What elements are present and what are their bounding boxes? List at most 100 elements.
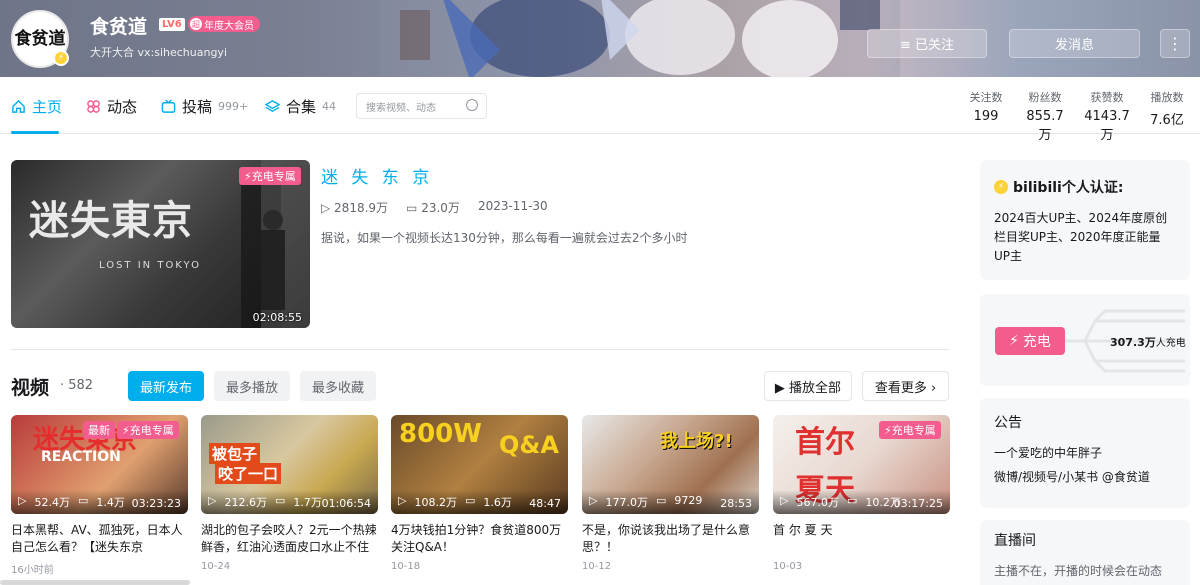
danmaku-count-value: 23.0万	[421, 201, 460, 215]
video-duration: 03:17:25	[893, 497, 943, 510]
charge-button-label: 充电	[1022, 334, 1051, 350]
play-count-value: 177.0万	[605, 496, 648, 509]
video-thumbnail[interactable]: 首尔 夏天 ⚡充电专属 ▷567.0万▭10.2万 03:17:25	[773, 415, 950, 514]
videos-section-title: 视频	[11, 377, 50, 399]
live-room-text: 主播不在，开播的时候会在动态	[994, 564, 1163, 578]
play-icon: ▷	[398, 494, 407, 507]
video-date: 10-03	[773, 561, 803, 572]
charge-badge-label: 充电专属	[891, 424, 936, 437]
danmaku-icon: ▭	[406, 201, 422, 215]
video-stats: ▷ 108.2万 ▭ 1.6万	[398, 494, 512, 510]
play-icon: ▷	[18, 494, 27, 507]
stat-followers[interactable]: 粉丝数 855.7万	[1020, 89, 1070, 143]
video-duration: 01:06:54	[321, 497, 371, 510]
charge-box: ⚡ 充电 307.3万人充电	[980, 294, 1190, 386]
charge-badge-label: 充电专属	[251, 170, 296, 183]
play-icon: ▷	[780, 494, 789, 507]
username[interactable]: 食贫道	[90, 12, 147, 39]
featured-thumb-title: 迷失東京	[29, 197, 193, 244]
sort-most-played-button[interactable]: 最多播放	[214, 371, 290, 401]
live-room-box: 直播间 主播不在，开播的时候会在动态	[980, 520, 1190, 585]
tab-home-label: 主页	[32, 98, 63, 116]
video-card[interactable]: 我上场?! ▷ 177.0万 ▭ 9729 28:53 不是，你说该我出场了是什么意思…	[582, 415, 759, 572]
charge-count: 307.3万人充电	[1110, 334, 1186, 350]
notice-line: 微博/视频号/小某书 @食贫道	[994, 470, 1150, 484]
sort-most-favorited-button[interactable]: 最多收藏	[300, 371, 376, 401]
video-title[interactable]: 不是，你说该我出场了是什么意思？！	[582, 522, 759, 556]
tv-icon	[161, 99, 176, 113]
play-count: ▷ 2818.9万	[321, 199, 388, 216]
play-count-value: 108.2万	[414, 496, 457, 509]
search-icon[interactable]	[466, 99, 478, 111]
certification-title-text: bilibili个人认证:	[1013, 180, 1124, 196]
search-input[interactable]: 搜索视频、动态	[356, 93, 487, 119]
video-duration: 48:47	[529, 497, 561, 510]
video-thumbnail[interactable]: 800W Q&A ▷ 108.2万 ▭ 1.6万 48:47	[391, 415, 568, 514]
tab-collections-count: 44	[322, 100, 337, 113]
stat-value: 7.6亿	[1150, 113, 1184, 128]
lightning-icon: ⚡	[994, 180, 1008, 194]
video-title[interactable]: 日本黑帮、AV、孤独死，日本人自己怎么看？【迷失东京Reaction】	[11, 522, 188, 556]
video-card[interactable]: 被包子 咬了一口 ▷ 212.6万 ▭ 1.7万 01:06:54 湖北的包子会咬人？…	[201, 415, 378, 572]
stat-label: 粉丝数	[1028, 91, 1062, 104]
certification-box: ⚡ bilibili个人认证: 2024百大UP主、2024年度原创栏目奖UP主…	[980, 160, 1190, 280]
video-card[interactable]: 800W Q&A ▷ 108.2万 ▭ 1.6万 48:47 4万块钱拍1分钟？食贫道…	[391, 415, 568, 572]
tab-uploads[interactable]: 投稿 999+	[161, 96, 248, 117]
featured-thumb-subtitle: LOST IN TOKYO	[99, 260, 201, 271]
more-menu-button[interactable]: ⋮	[1160, 29, 1190, 58]
charge-button[interactable]: ⚡ 充电	[995, 327, 1065, 355]
video-title[interactable]: 湖北的包子会咬人？2元一个热辣鲜香，红油沁透面皮口水止不住了	[201, 522, 378, 556]
active-tab-indicator	[11, 131, 59, 134]
thumb-caption: 800W	[399, 419, 482, 449]
banner-artwork	[380, 0, 900, 77]
video-duration: 02:08:55	[252, 311, 302, 324]
video-card[interactable]: 迷失東京 REACTION 最新 ⚡ 充电专属 ▷ 52.4万 ▭ 1.4万 03:23…	[11, 415, 188, 576]
notice-line: 一个爱吃的中年胖子	[994, 446, 1103, 460]
stat-value: 199	[973, 109, 999, 124]
video-thumbnail[interactable]: 被包子 咬了一口 ▷ 212.6万 ▭ 1.7万 01:06:54	[201, 415, 378, 514]
tab-home[interactable]: 主页	[11, 96, 62, 117]
stat-label: 关注数	[969, 91, 1003, 104]
stat-following[interactable]: 关注数 199	[963, 89, 1009, 124]
live-room-title: 直播间	[994, 533, 1036, 549]
video-thumbnail[interactable]: 迷失東京 REACTION 最新 ⚡ 充电专属 ▷ 52.4万 ▭ 1.4万 03:23…	[11, 415, 188, 514]
vip-badge: 超年度大会员	[188, 16, 260, 32]
notice-box: 公告 一个爱吃的中年胖子 微博/视频号/小某书 @食贫道	[980, 398, 1190, 508]
new-badge: 最新	[83, 421, 115, 439]
tab-dynamic-label: 动态	[107, 98, 138, 116]
thumb-caption-secondary: REACTION	[41, 449, 121, 465]
profile-nav: 主页 动态 投稿 999+ 合集 44 搜索视频、动态 关注数 199 粉丝数 85…	[0, 77, 1200, 143]
thumb-caption: 被包子	[209, 443, 261, 464]
horizontal-scrollbar[interactable]	[0, 580, 190, 585]
sort-latest-button[interactable]: 最新发布	[128, 371, 204, 401]
featured-video-title[interactable]: 迷 失 东 京	[321, 163, 433, 188]
video-stats: ▷ 52.4万 ▭ 1.4万	[18, 494, 125, 510]
follow-button[interactable]: ≡ 已关注	[867, 29, 987, 58]
publish-date: 2023-11-30	[477, 199, 548, 213]
video-title[interactable]: 首 尔 夏 天	[773, 522, 950, 556]
play-all-button[interactable]: ▶ 播放全部	[764, 371, 852, 401]
thumb-caption-secondary: Q&A	[499, 431, 559, 459]
message-button[interactable]: 发消息	[1009, 29, 1140, 58]
video-stats: ▷ 567.0万 ▭ 10.2万	[780, 494, 901, 510]
play-icon: ▷	[589, 494, 598, 507]
play-count-value: 567.0万	[796, 496, 839, 509]
video-card[interactable]: 首尔 夏天 ⚡充电专属 ▷567.0万▭10.2万 03:17:25 首 尔 夏…	[773, 415, 950, 572]
level-badge: LV6	[159, 18, 185, 31]
play-icon: ▷	[321, 201, 335, 215]
videos-count: · 582	[60, 378, 94, 393]
verified-badge-icon: ⚡	[53, 50, 69, 66]
video-date: 10-12	[582, 561, 612, 572]
video-title[interactable]: 4万块钱拍1分钟？食贫道800万关注Q&A！	[391, 522, 568, 556]
home-icon	[12, 99, 25, 113]
danmaku-count-value: 1.6万	[483, 496, 512, 509]
tab-dynamic[interactable]: 动态	[86, 96, 137, 117]
video-thumbnail[interactable]: 我上场?! ▷ 177.0万 ▭ 9729 28:53	[582, 415, 759, 514]
featured-video-thumbnail[interactable]: 迷失東京 LOST IN TOKYO ⚡ 充电专属 02:08:55	[11, 160, 310, 328]
stat-label: 获赞数	[1090, 91, 1124, 104]
see-more-button[interactable]: 查看更多 ›	[862, 371, 949, 401]
video-stats: ▷ 212.6万 ▭ 1.7万	[208, 494, 322, 510]
featured-video-description: 据说，如果一个视频长达130分钟，那么每看一遍就会过去2个多小时	[321, 231, 688, 245]
certification-text: 2024百大UP主、2024年度原创栏目奖UP主、2020年度正能量UP主	[994, 211, 1168, 263]
tab-collections[interactable]: 合集 44	[265, 96, 336, 117]
